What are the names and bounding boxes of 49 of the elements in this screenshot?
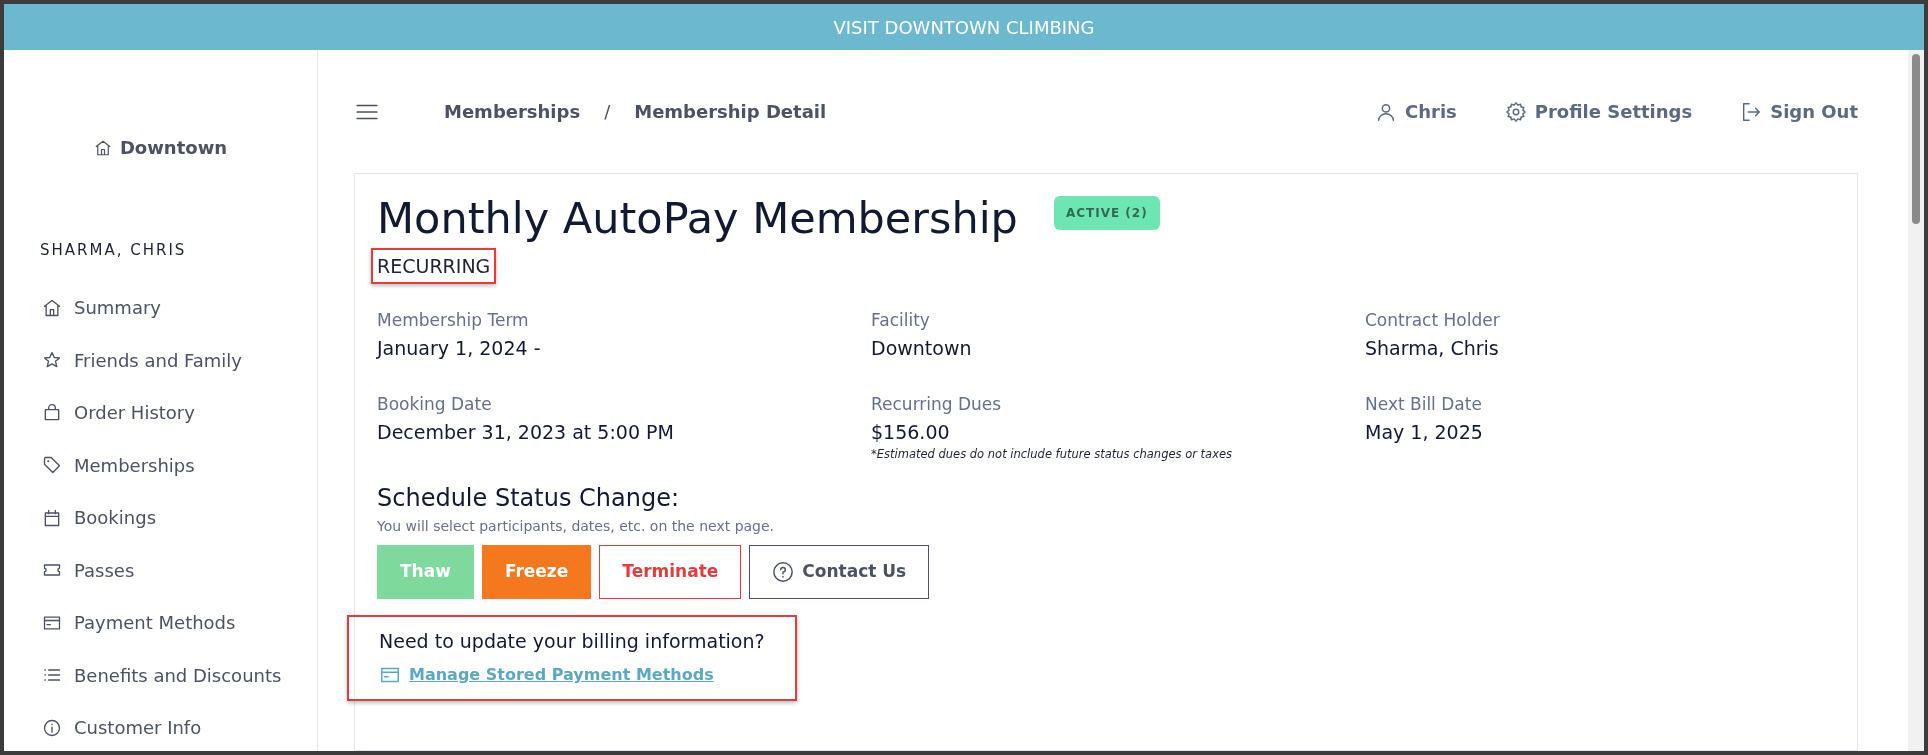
shopping-bag-icon — [42, 402, 62, 423]
field-value: May 1, 2025 — [1365, 419, 1484, 445]
tag-icon — [42, 455, 62, 476]
field-label: Facility — [871, 309, 931, 333]
location-link[interactable]: Downtown — [4, 134, 317, 161]
hint-text: You will select participants, dates, etc. on the next page. — [377, 516, 776, 536]
field-label: Contract Holder — [1365, 309, 1501, 333]
user-link[interactable]: Chris — [1375, 98, 1457, 125]
settings-icon — [1504, 100, 1527, 123]
profile-settings-link[interactable]: Profile Settings — [1504, 98, 1693, 125]
field-label: Recurring Dues — [871, 393, 1003, 417]
sidebar-item[interactable]: Memberships — [4, 439, 317, 492]
house-icon — [93, 138, 112, 157]
calendar-icon — [42, 507, 62, 528]
dues-note: *Estimated dues do not include future status changes or taxes — [871, 446, 1233, 464]
sidebar-item[interactable]: Passes — [4, 544, 317, 597]
info-icon — [42, 717, 62, 738]
field-value: $156.00 — [871, 419, 951, 445]
sidebar-item[interactable]: Summary — [4, 281, 317, 334]
sidebar-item[interactable]: Order History — [4, 386, 317, 439]
house-icon — [42, 297, 62, 318]
sidebar-item[interactable]: Friends and Family — [4, 334, 317, 387]
field-value: Downtown — [871, 335, 973, 361]
field-value: Sharma, Chris — [1365, 335, 1500, 361]
sign-out-icon — [1740, 100, 1763, 123]
breadcrumb-link[interactable]: Membership Detail — [634, 98, 827, 125]
sidebar-item[interactable]: Bookings — [4, 491, 317, 544]
field-value: January 1, 2024 - — [377, 335, 542, 361]
sign-out-link[interactable]: Sign Out — [1740, 98, 1858, 125]
sidebar-item[interactable]: Benefits and Discounts — [4, 649, 317, 702]
breadcrumb-link[interactable]: Memberships — [444, 98, 581, 125]
section-heading: Schedule Status Change: — [377, 482, 680, 514]
field-value: December 31, 2023 at 5:00 PM — [377, 419, 675, 445]
field-label: Next Bill Date — [1365, 393, 1483, 417]
field-label: Membership Term — [377, 309, 530, 333]
sidebar-item[interactable]: Payment Methods — [4, 596, 317, 649]
customer-name: SHARMA, CHRIS — [40, 240, 188, 261]
sidebar-item[interactable]: Customer Info — [4, 701, 317, 754]
breadcrumb-separator: / — [604, 100, 611, 124]
membership-type: RECURRING — [371, 247, 497, 285]
scrollbar-thumb[interactable] — [1912, 54, 1920, 224]
status-badge: ACTIVE (2) — [1053, 196, 1160, 230]
contact-us-button[interactable]: Contact Us — [749, 544, 930, 599]
terminate-button[interactable]: Terminate — [599, 544, 742, 599]
scrollbar[interactable] — [1908, 50, 1924, 751]
field-label: Booking Date — [377, 393, 493, 417]
membership-title: Monthly AutoPay Membership — [377, 192, 1018, 245]
help-icon — [772, 560, 795, 583]
billing-question: Need to update your billing information? — [379, 628, 765, 654]
